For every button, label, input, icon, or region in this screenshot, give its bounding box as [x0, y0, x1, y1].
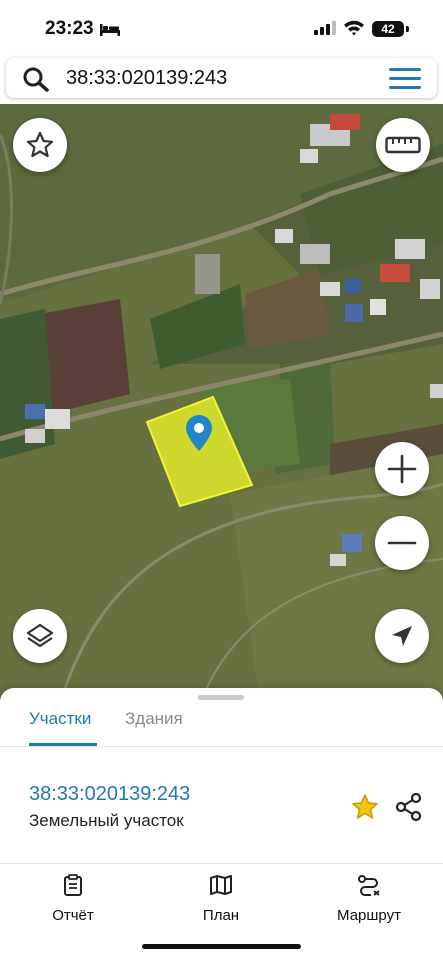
parcel-marker-icon[interactable]	[185, 414, 213, 452]
map-imagery	[0, 104, 443, 704]
satellite-map[interactable]	[0, 104, 443, 704]
zoom-out-icon	[387, 541, 417, 545]
menu-icon[interactable]	[389, 68, 421, 90]
sheet-drag-handle[interactable]	[198, 695, 244, 700]
zoom-out-button[interactable]	[375, 516, 429, 570]
route-icon	[358, 875, 380, 896]
ruler-button[interactable]	[376, 118, 430, 172]
layers-button[interactable]	[13, 609, 67, 663]
tab-divider	[0, 746, 443, 747]
favorites-star-button[interactable]	[13, 118, 67, 172]
nav-divider	[0, 863, 443, 864]
home-indicator	[142, 944, 301, 949]
search-input[interactable]: 38:33:020139:243	[66, 67, 227, 90]
parcel-cadastral-number[interactable]: 38:33:020139:243	[29, 783, 190, 806]
status-time: 23:23	[45, 18, 94, 39]
ruler-icon	[385, 136, 421, 154]
layers-icon	[26, 623, 54, 648]
battery-icon: 42	[372, 21, 404, 37]
nav-route[interactable]: Маршрут	[329, 874, 409, 924]
status-bar: 23:23 42	[0, 0, 443, 56]
wifi-icon	[344, 20, 364, 36]
zoom-in-icon	[387, 454, 417, 484]
locate-button[interactable]	[375, 609, 429, 663]
parcel-type-label: Земельный участок	[29, 811, 184, 830]
tab-buildings[interactable]: Здания	[125, 709, 183, 729]
search-bar[interactable]: 38:33:020139:243	[6, 58, 437, 98]
search-icon[interactable]	[22, 66, 50, 92]
share-icon[interactable]	[395, 792, 423, 822]
nav-plan[interactable]: План	[188, 874, 254, 924]
tab-parcels[interactable]: Участки	[29, 709, 91, 729]
bottom-sheet[interactable]: Участки Здания 38:33:020139:243 Земельны…	[0, 688, 443, 960]
locate-arrow-icon	[392, 626, 412, 646]
zoom-in-button[interactable]	[375, 442, 429, 496]
nav-plan-label: План	[202, 907, 240, 924]
bed-icon	[100, 24, 120, 36]
battery-cap	[406, 26, 409, 32]
report-icon	[64, 874, 82, 896]
nav-report[interactable]: Отчёт	[40, 874, 106, 924]
map-plan-icon	[210, 875, 232, 895]
nav-route-label: Маршрут	[337, 907, 401, 924]
favorites-star-icon	[26, 131, 54, 158]
signal-icon	[314, 21, 336, 35]
nav-report-label: Отчёт	[52, 907, 94, 924]
favorite-star-icon[interactable]	[350, 792, 380, 822]
